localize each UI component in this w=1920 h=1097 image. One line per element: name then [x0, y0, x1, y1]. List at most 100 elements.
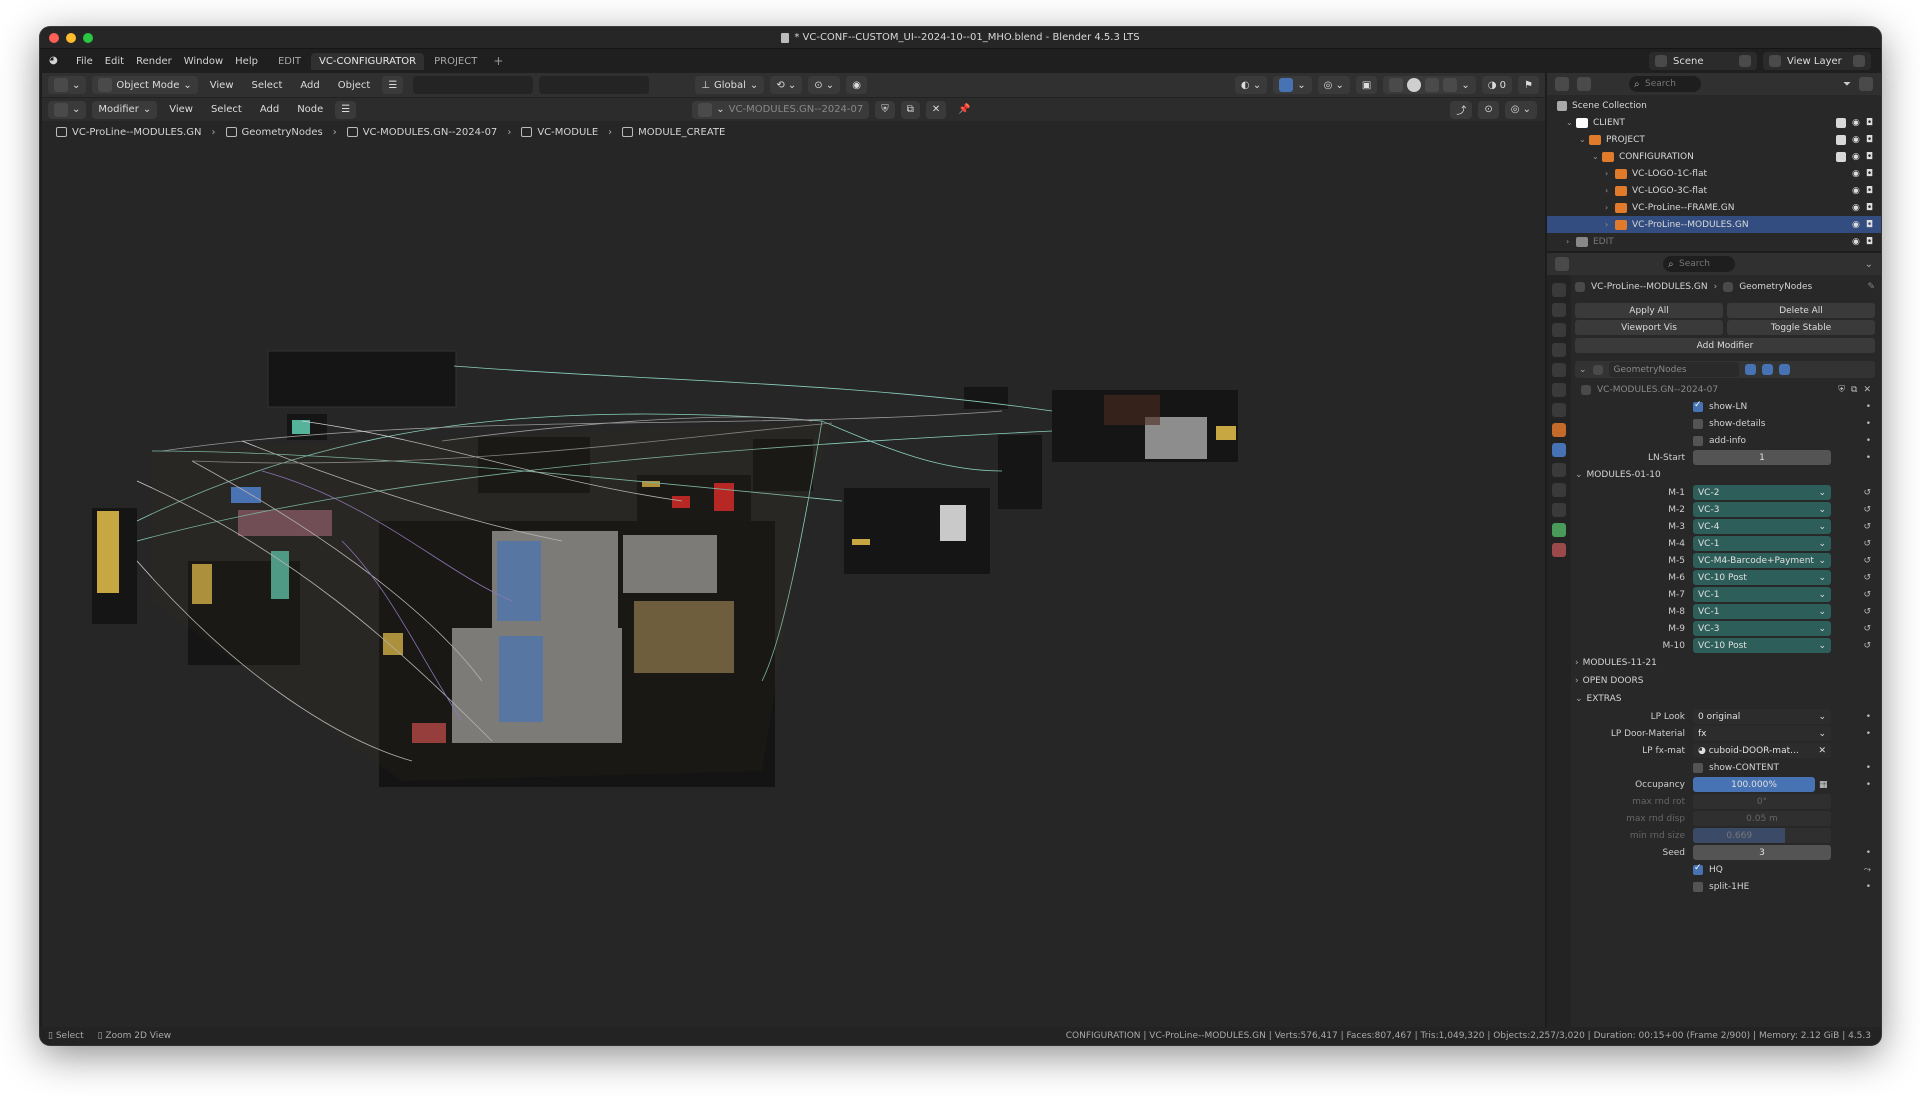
node-editor[interactable]: ⌄ Object Mode ⌄ View Select Add Object ☰… [42, 73, 1545, 1037]
menu-add[interactable]: Add [294, 76, 325, 94]
lp-fx-material-field[interactable]: ◕ cuboid-DOOR-mat... ✕ [1693, 743, 1831, 758]
add-modifier-button[interactable]: Add Modifier [1575, 338, 1875, 353]
keyframe-dot-icon[interactable]: • [1866, 882, 1871, 892]
eye-icon[interactable]: ◉ [1852, 169, 1860, 179]
outliner-row[interactable]: › VC-LOGO-3C-flat ◉ ◘ [1547, 182, 1881, 199]
panel-modules-11-21[interactable]: › MODULES-11-21 [1575, 654, 1875, 672]
node-options-icon[interactable]: ☰ [335, 100, 357, 119]
filter-icon[interactable]: ⏷ [1843, 79, 1851, 90]
transform-orientation-dropdown[interactable]: ⊥ Global ⌄ [695, 76, 765, 94]
constraints-tab-icon[interactable] [1552, 503, 1566, 517]
eye-icon[interactable]: ◉ [1852, 237, 1860, 247]
menu-object[interactable]: Object [332, 76, 377, 94]
eye-icon[interactable]: ◉ [1852, 135, 1860, 145]
parent-tree-icon[interactable]: ⤴ [1450, 100, 1473, 119]
modifier-name-field[interactable]: GeometryNodes [1608, 362, 1739, 377]
outliner-row[interactable]: ⌄ CLIENT ◉ ◘ [1547, 114, 1881, 131]
node[interactable] [940, 505, 966, 541]
apply-all-button[interactable]: Apply All [1575, 303, 1723, 318]
chevron-down-icon[interactable]: ⌄ [1579, 365, 1587, 375]
module-dropdown[interactable]: VC-4 ⌄ [1693, 519, 1831, 534]
viewport-vis-button[interactable]: Viewport Vis [1575, 320, 1723, 335]
eye-icon[interactable]: ◉ [1852, 203, 1860, 213]
menu-select[interactable]: Select [246, 76, 289, 94]
camera-icon[interactable]: ◘ [1866, 186, 1873, 196]
max-rnd-disp-field[interactable]: 0.05 m [1693, 811, 1831, 826]
seed-field[interactable]: 3 [1693, 845, 1831, 860]
chevron-icon[interactable]: ⌄ [1592, 152, 1602, 161]
node-menu-node[interactable]: Node [291, 101, 329, 119]
max-rnd-rot-field[interactable]: 0° [1693, 794, 1831, 809]
display-mode-icon[interactable] [1577, 77, 1591, 91]
add-info-checkbox[interactable] [1693, 435, 1703, 446]
lp-door-dropdown[interactable]: fx ⌄ [1693, 726, 1831, 741]
module-dropdown[interactable]: VC-10 Post ⌄ [1693, 638, 1831, 653]
chevron-icon[interactable]: › [1566, 237, 1576, 246]
module-dropdown[interactable]: VC-M4-Barcode+Payment ⌄ [1693, 553, 1831, 568]
reset-icon[interactable]: ↺ [1863, 488, 1871, 498]
ln-start-field[interactable]: 1 [1693, 450, 1831, 465]
keyframe-dot-icon[interactable]: • [1866, 780, 1871, 790]
node-menu-add[interactable]: Add [254, 101, 285, 119]
camera-icon[interactable]: ◘ [1866, 118, 1873, 128]
scene-collection-row[interactable]: Scene Collection [1547, 97, 1881, 114]
modifier-context-dropdown[interactable]: Modifier ⌄ [92, 100, 158, 119]
chevron-icon[interactable]: › [1605, 220, 1615, 229]
occupancy-slider[interactable]: 100.000% [1693, 777, 1815, 792]
split-row[interactable]: split-1HE • [1575, 878, 1875, 895]
show-content-checkbox[interactable] [1693, 762, 1703, 773]
module-dropdown[interactable]: VC-1 ⌄ [1693, 604, 1831, 619]
outliner-editor-icon[interactable] [1555, 77, 1569, 91]
fake-user-icon[interactable]: ⛨ [875, 100, 895, 119]
outliner-row[interactable]: › VC-LOGO-1C-flat ◉ ◘ [1547, 165, 1881, 182]
driver-icon[interactable]: ⤳ [1864, 865, 1871, 875]
snapping-icon[interactable]: ⊙ [1478, 100, 1499, 119]
reset-icon[interactable]: ↺ [1863, 522, 1871, 532]
show-content-row[interactable]: show-CONTENT • [1575, 759, 1875, 776]
properties-editor-icon[interactable] [1555, 257, 1569, 271]
node[interactable] [1216, 426, 1236, 440]
keyframe-dot-icon[interactable]: • [1866, 848, 1871, 858]
node-overlay-icon[interactable]: ◎ ⌄ [1504, 100, 1537, 119]
outliner[interactable]: Search ⏷ Scene Collection ⌄CLIENT◉◘⌄PROJ… [1547, 73, 1881, 251]
panel-modules-01-10[interactable]: ⌄ MODULES-01-10 [1575, 466, 1875, 484]
add-workspace-button[interactable]: + [487, 54, 509, 68]
menu-edit[interactable]: Edit [105, 56, 124, 67]
menu-window[interactable]: Window [184, 56, 223, 67]
chevron-down-icon[interactable]: ⌄ [1865, 259, 1873, 270]
bookmark-icon[interactable]: ⚑ [1518, 76, 1539, 94]
properties-search-input[interactable]: Search [1663, 256, 1735, 272]
module-dropdown[interactable]: VC-1 ⌄ [1693, 536, 1831, 551]
object-mode-dropdown[interactable]: Object Mode ⌄ [92, 76, 198, 94]
hq-row[interactable]: HQ⤳ [1575, 861, 1875, 878]
reset-icon[interactable]: ↺ [1863, 556, 1871, 566]
minimize-window-button[interactable] [66, 33, 76, 43]
keyframe-dot-icon[interactable]: • [1866, 453, 1871, 463]
duplicate-tree-icon[interactable]: ⧉ [900, 100, 920, 119]
reset-icon[interactable]: ↺ [1863, 573, 1871, 583]
camera-icon[interactable]: ◘ [1866, 135, 1873, 145]
chevron-icon[interactable]: ⌄ [1579, 135, 1589, 144]
viewport-display-icon[interactable] [1761, 364, 1773, 375]
outliner-row[interactable]: ⌄ CONFIGURATION ◉ ◘ [1547, 148, 1881, 165]
outliner-row[interactable]: › VC-ProLine--MODULES.GN ◉ ◘ [1547, 216, 1881, 233]
keyframe-dot-icon[interactable]: • [1866, 729, 1871, 739]
menu-file[interactable]: File [76, 56, 93, 67]
reset-icon[interactable]: ↺ [1863, 641, 1871, 651]
scene-selector[interactable]: Scene [1649, 52, 1757, 70]
delete-all-button[interactable]: Delete All [1727, 303, 1875, 318]
outliner-search-input[interactable]: Search [1629, 76, 1701, 92]
object-tab-icon[interactable] [1552, 423, 1566, 437]
show-ln-checkbox[interactable] [1693, 400, 1703, 412]
toggle-stable-button[interactable]: Toggle Stable [1727, 320, 1875, 335]
node-frame[interactable] [267, 350, 457, 408]
snap-icon[interactable]: ⊙ ⌄ [808, 76, 841, 94]
pin-icon[interactable]: ✎ [1867, 282, 1875, 292]
exclude-checkbox[interactable] [1836, 151, 1847, 162]
keyframe-dot-icon[interactable]: • [1866, 763, 1871, 773]
properties-editor[interactable]: Search ⌄ [1547, 253, 1881, 1027]
menu-render[interactable]: Render [136, 56, 172, 67]
outliner-row[interactable]: › EDIT ◉ ◘ [1547, 233, 1881, 250]
render-region-icon[interactable]: ◑ 0 [1481, 76, 1513, 94]
hq-checkbox[interactable] [1693, 863, 1703, 875]
